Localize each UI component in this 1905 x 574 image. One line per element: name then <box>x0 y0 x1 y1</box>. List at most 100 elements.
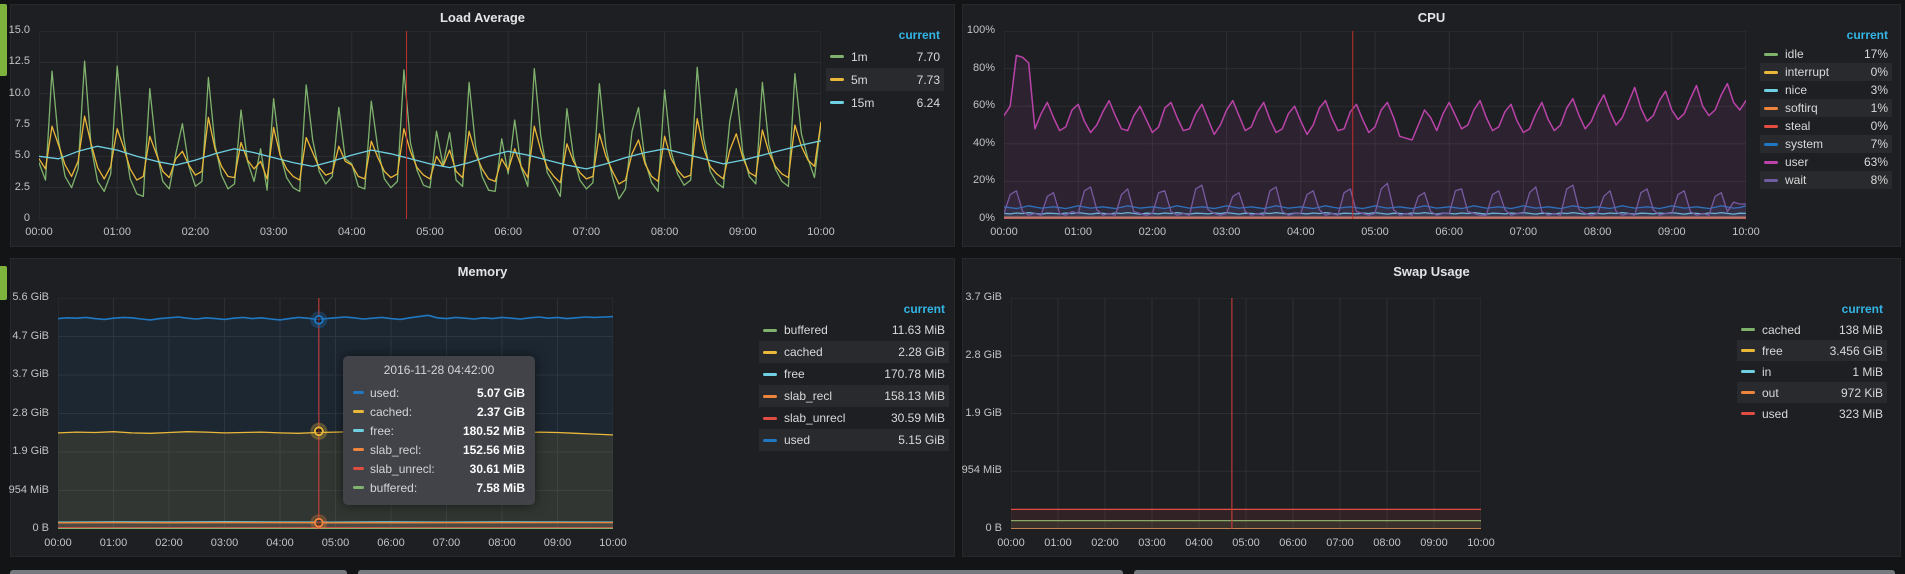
next-row-panel-top[interactable] <box>1134 570 1895 574</box>
x-tick-label: 09:00 <box>1647 226 1697 238</box>
load-average-chart[interactable] <box>39 31 821 219</box>
panel-load-average: Load Average 15.012.510.07.55.02.50 00:0… <box>10 4 955 247</box>
legend-header-current[interactable]: current <box>1760 27 1892 45</box>
tooltip-row: free:180.52 MiB <box>353 421 525 440</box>
tooltip-timestamp: 2016-11-28 04:42:00 <box>353 363 525 377</box>
y-tick-label: 5.0 <box>15 149 30 161</box>
legend-item-system[interactable]: system7% <box>1760 135 1892 153</box>
row-collapse-tab[interactable] <box>0 266 7 300</box>
legend-item-used[interactable]: used 323 MiB <box>1737 403 1887 424</box>
legend-current-value: 8% <box>1871 173 1888 187</box>
series-color-swatch-icon <box>763 417 777 420</box>
legend-current-value: 7% <box>1871 137 1888 151</box>
panel-title[interactable]: Memory <box>11 264 954 279</box>
legend-current-value: 323 MiB <box>1839 407 1883 421</box>
x-tick-label: 02:00 <box>144 537 194 549</box>
x-tick-label: 01:00 <box>1053 226 1103 238</box>
legend-item-in[interactable]: in1 MiB <box>1737 361 1887 382</box>
legend-current-value: 170.78 MiB <box>884 367 945 381</box>
panel-title[interactable]: Swap Usage <box>963 264 1900 279</box>
y-tick-label: 2.5 <box>15 181 30 193</box>
tooltip-series-label: free: <box>370 424 394 438</box>
legend-item-interrupt[interactable]: interrupt0% <box>1760 63 1892 81</box>
x-tick-label: 10:00 <box>1456 537 1506 549</box>
cpu-chart[interactable] <box>1004 31 1746 219</box>
legend-item-1m[interactable]: 1m7.70 <box>826 45 944 68</box>
x-tick-label: 01:00 <box>1033 537 1083 549</box>
legend-item-wait[interactable]: wait 8% <box>1760 171 1892 189</box>
legend-item-buffered[interactable]: buffered11.63 MiB <box>759 319 949 341</box>
legend-item-cached[interactable]: cached2.28 GiB <box>759 341 949 363</box>
series-color-swatch-icon <box>763 329 777 332</box>
legend-item-15m[interactable]: 15m6.24 <box>826 91 944 114</box>
legend-current-value: 6.24 <box>917 96 940 110</box>
y-tick-label: 40% <box>973 137 995 149</box>
legend-label: wait <box>1785 173 1806 187</box>
legend-item-free[interactable]: free170.78 MiB <box>759 363 949 385</box>
panel-title[interactable]: Load Average <box>11 10 954 25</box>
legend-item-slab_unrecl[interactable]: slab_unrecl30.59 MiB <box>759 407 949 429</box>
x-tick-label: 00:00 <box>979 226 1029 238</box>
row-collapse-tab[interactable] <box>0 4 7 76</box>
y-tick-label: 2.8 GiB <box>12 407 49 419</box>
legend-header-current[interactable]: current <box>826 27 944 45</box>
series-color-swatch-icon <box>1741 412 1755 415</box>
tooltip-series-value: 152.56 MiB <box>463 443 525 457</box>
tooltip-series-label: buffered: <box>370 481 417 495</box>
series-color-swatch-icon <box>1764 89 1778 92</box>
legend-item-slab_recl[interactable]: slab_recl158.13 MiB <box>759 385 949 407</box>
y-tick-label: 15.0 <box>9 24 30 36</box>
series-color-swatch-icon <box>763 439 777 442</box>
tooltip-series-label: cached: <box>370 405 412 419</box>
legend-item-used[interactable]: used5.15 GiB <box>759 429 949 451</box>
y-tick-label: 2.8 GiB <box>965 349 1002 361</box>
legend-item-steal[interactable]: steal0% <box>1760 117 1892 135</box>
memory-x-axis: 00:0001:0002:0003:0004:0005:0006:0007:00… <box>58 537 613 551</box>
legend-item-out[interactable]: out972 KiB <box>1737 382 1887 403</box>
x-tick-label: 04:00 <box>1276 226 1326 238</box>
x-tick-label: 09:00 <box>718 226 768 238</box>
legend-label: buffered <box>784 323 828 337</box>
legend-item-idle[interactable]: idle17% <box>1760 45 1892 63</box>
swap-chart[interactable] <box>1011 298 1481 529</box>
legend-item-free[interactable]: free3.456 GiB <box>1737 340 1887 361</box>
legend-header-current[interactable]: current <box>1737 301 1887 319</box>
x-tick-label: 10:00 <box>1721 226 1771 238</box>
legend-item-cached[interactable]: cached138 MiB <box>1737 319 1887 340</box>
series-color-swatch-icon <box>1764 161 1778 164</box>
memory-legend: current buffered11.63 MiBcached2.28 GiBf… <box>759 301 949 451</box>
legend-label: used <box>1762 407 1788 421</box>
swap-legend: current cached138 MiBfree3.456 GiBin1 Mi… <box>1737 301 1887 424</box>
panel-title[interactable]: CPU <box>963 10 1900 25</box>
legend-current-value: 972 KiB <box>1841 386 1883 400</box>
series-color-swatch-icon <box>1741 328 1755 331</box>
legend-item-softirq[interactable]: softirq1% <box>1760 99 1892 117</box>
memory-y-axis: 5.6 GiB4.7 GiB3.7 GiB2.8 GiB1.9 GiB954 M… <box>11 298 54 529</box>
legend-header-current[interactable]: current <box>759 301 949 319</box>
x-tick-label: 00:00 <box>986 537 1036 549</box>
legend-current-value: 3.456 GiB <box>1830 344 1883 358</box>
tooltip-series-value: 30.61 MiB <box>470 462 525 476</box>
x-tick-label: 10:00 <box>588 537 638 549</box>
tooltip-series-label: slab_unrecl: <box>370 462 435 476</box>
x-tick-label: 07:00 <box>422 537 472 549</box>
x-tick-label: 07:00 <box>1498 226 1548 238</box>
next-row-panel-top[interactable] <box>358 570 1123 574</box>
series-color-swatch-icon <box>353 410 364 413</box>
legend-item-5m[interactable]: 5m7.73 <box>826 68 944 91</box>
x-tick-label: 06:00 <box>1424 226 1474 238</box>
x-tick-label: 03:00 <box>200 537 250 549</box>
next-row-panel-top[interactable] <box>10 570 347 574</box>
x-tick-label: 02:00 <box>1080 537 1130 549</box>
y-tick-label: 0 <box>24 212 30 224</box>
legend-item-nice[interactable]: nice3% <box>1760 81 1892 99</box>
legend-item-user[interactable]: user63% <box>1760 153 1892 171</box>
legend-current-value: 138 MiB <box>1839 323 1883 337</box>
x-tick-label: 08:00 <box>1573 226 1623 238</box>
tooltip-series-value: 5.07 GiB <box>477 386 525 400</box>
series-color-swatch-icon <box>1741 391 1755 394</box>
legend-current-value: 17% <box>1864 47 1888 61</box>
legend-current-value: 3% <box>1871 83 1888 97</box>
legend-label: cached <box>784 345 823 359</box>
y-tick-label: 4.7 GiB <box>12 330 49 342</box>
